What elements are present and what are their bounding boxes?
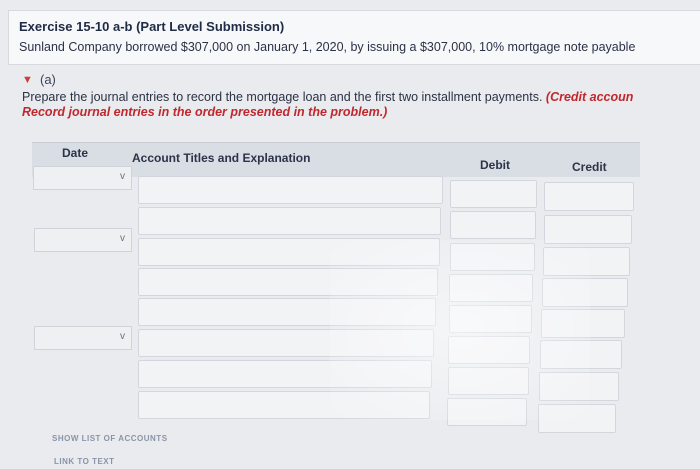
- debit-input[interactable]: [447, 398, 527, 426]
- date-select[interactable]: v: [33, 166, 132, 190]
- exercise-header: Exercise 15-10 a-b (Part Level Submissio…: [8, 10, 700, 65]
- debit-input[interactable]: [449, 274, 533, 302]
- chevron-down-icon[interactable]: v: [120, 171, 125, 182]
- instruction-emphasis: (Credit accoun: [545, 90, 634, 104]
- link-to-text-link[interactable]: LINK TO TEXT: [54, 457, 115, 466]
- debit-input[interactable]: [450, 243, 535, 271]
- date-select[interactable]: v: [34, 326, 132, 350]
- credit-input[interactable]: [542, 278, 628, 307]
- header-credit: Credit: [572, 160, 607, 174]
- account-input[interactable]: [138, 329, 434, 357]
- debit-input[interactable]: [450, 180, 537, 208]
- account-input[interactable]: [138, 268, 438, 296]
- account-input[interactable]: [138, 360, 432, 388]
- triangle-down-icon[interactable]: ▼: [22, 74, 33, 86]
- header-debit: Debit: [480, 158, 510, 172]
- chevron-down-icon[interactable]: v: [120, 331, 125, 342]
- instruction-line-2: Record journal entries in the order pres…: [22, 105, 388, 119]
- credit-input[interactable]: [544, 182, 634, 211]
- credit-input[interactable]: [540, 340, 622, 369]
- debit-input[interactable]: [449, 305, 532, 333]
- chevron-down-icon[interactable]: v: [120, 233, 125, 244]
- part-label[interactable]: (a): [40, 72, 56, 87]
- header-date: Date: [62, 146, 89, 160]
- account-input[interactable]: [138, 176, 443, 204]
- credit-input[interactable]: [544, 215, 632, 244]
- account-input[interactable]: [138, 238, 440, 266]
- debit-input[interactable]: [450, 211, 536, 239]
- exercise-description: Sunland Company borrowed $307,000 on Jan…: [19, 40, 636, 54]
- instruction-text: Prepare the journal entries to record th…: [22, 90, 543, 104]
- header-account: Account Titles and Explanation: [132, 151, 311, 165]
- debit-input[interactable]: [448, 367, 529, 395]
- account-input[interactable]: [138, 207, 441, 235]
- credit-input[interactable]: [543, 247, 630, 276]
- credit-input[interactable]: [541, 309, 625, 338]
- credit-input[interactable]: [539, 372, 619, 401]
- credit-input[interactable]: [538, 404, 616, 433]
- instruction-line-1: Prepare the journal entries to record th…: [22, 90, 633, 104]
- debit-input[interactable]: [448, 336, 530, 364]
- show-list-of-accounts-link[interactable]: SHOW LIST OF ACCOUNTS: [52, 434, 168, 443]
- account-input[interactable]: [138, 391, 430, 419]
- exercise-title: Exercise 15-10 a-b (Part Level Submissio…: [19, 19, 285, 34]
- date-select[interactable]: v: [34, 228, 132, 252]
- account-input[interactable]: [138, 298, 436, 326]
